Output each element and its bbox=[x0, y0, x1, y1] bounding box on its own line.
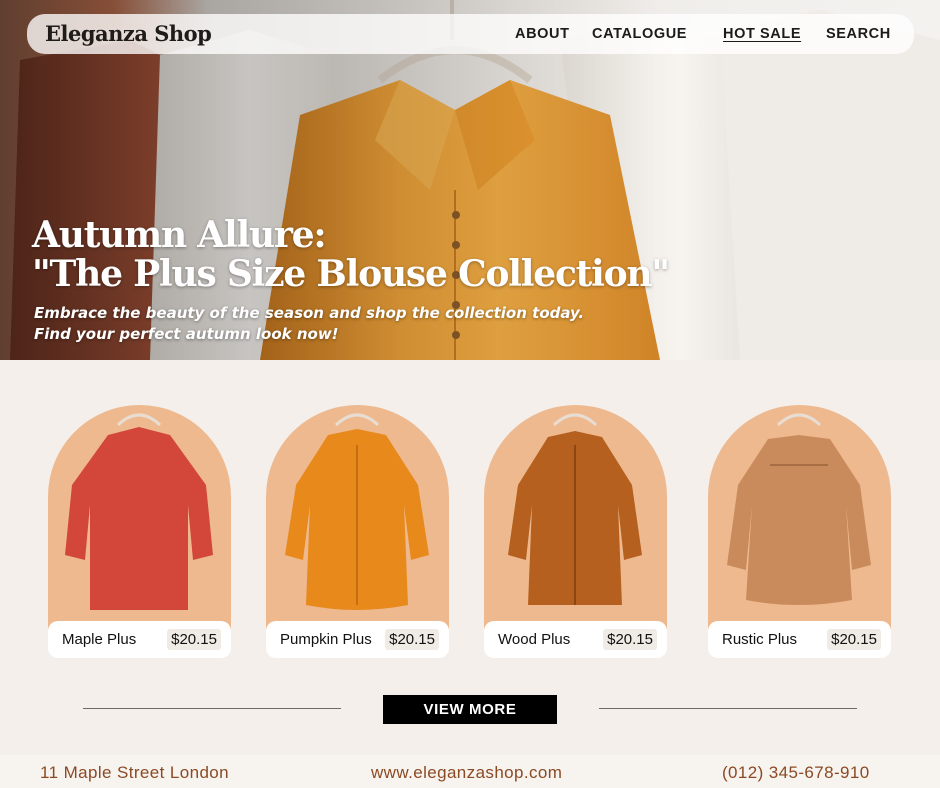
blouse-shape bbox=[727, 435, 871, 605]
blouse-image bbox=[727, 413, 871, 605]
view-more-button[interactable]: VIEW MORE bbox=[383, 695, 557, 724]
nav-catalogue[interactable]: CATALOGUE bbox=[592, 26, 687, 42]
product-price: $20.15 bbox=[385, 629, 439, 650]
product-image-frame bbox=[266, 405, 449, 645]
product-label: Pumpkin Plus $20.15 bbox=[266, 621, 449, 658]
footer-address: 11 Maple Street London bbox=[40, 763, 230, 782]
product-label: Rustic Plus $20.15 bbox=[708, 621, 891, 658]
product-card-rustic[interactable]: Rustic Plus $20.15 bbox=[708, 405, 891, 658]
tagline-line-2: Find your perfect autumn look now! bbox=[34, 325, 339, 343]
product-name: Wood Plus bbox=[498, 631, 571, 648]
product-image-frame bbox=[708, 405, 891, 645]
product-card-wood[interactable]: Wood Plus $20.15 bbox=[484, 405, 667, 658]
headline-line-1: Autumn Allure: bbox=[32, 214, 327, 256]
product-card-pumpkin[interactable]: Pumpkin Plus $20.15 bbox=[266, 405, 449, 658]
product-label: Wood Plus $20.15 bbox=[484, 621, 667, 658]
product-name: Maple Plus bbox=[62, 631, 137, 648]
top-navbar: Eleganza Shop ABOUT CATALOGUE HOT SALE S… bbox=[27, 14, 914, 54]
product-card-maple[interactable]: Maple Plus $20.15 bbox=[48, 405, 231, 658]
product-image-frame bbox=[48, 405, 231, 645]
blouse-shape bbox=[65, 427, 213, 610]
blouse-image bbox=[285, 413, 429, 610]
tagline-line-1: Embrace the beauty of the season and sho… bbox=[34, 304, 585, 322]
blouse-image bbox=[65, 413, 213, 610]
blouse-image bbox=[508, 413, 642, 605]
footer-phone: (012) 345-678-910 bbox=[722, 763, 870, 782]
product-price: $20.15 bbox=[167, 629, 221, 650]
hero-tagline: Embrace the beauty of the season and sho… bbox=[34, 303, 584, 345]
divider-right bbox=[599, 708, 857, 709]
nav-about[interactable]: ABOUT bbox=[515, 26, 570, 42]
hero-headline: Autumn Allure: "The Plus Size Blouse Col… bbox=[32, 214, 670, 295]
nav-hot-sale[interactable]: HOT SALE bbox=[723, 26, 801, 42]
brand-logo[interactable]: Eleganza Shop bbox=[45, 21, 212, 46]
product-name: Pumpkin Plus bbox=[280, 631, 372, 648]
footer-website[interactable]: www.eleganzashop.com bbox=[371, 763, 562, 783]
footer: 11 Maple Street London www.eleganzashop.… bbox=[0, 755, 940, 788]
headline-line-2: "The Plus Size Blouse Collection" bbox=[32, 253, 670, 295]
product-price: $20.15 bbox=[827, 629, 881, 650]
divider-left bbox=[83, 708, 341, 709]
hero-banner: Eleganza Shop ABOUT CATALOGUE HOT SALE S… bbox=[0, 0, 940, 360]
product-name: Rustic Plus bbox=[722, 631, 798, 648]
product-label: Maple Plus $20.15 bbox=[48, 621, 231, 658]
product-image-frame bbox=[484, 405, 667, 645]
nav-search[interactable]: SEARCH bbox=[826, 26, 891, 42]
product-price: $20.15 bbox=[603, 629, 657, 650]
